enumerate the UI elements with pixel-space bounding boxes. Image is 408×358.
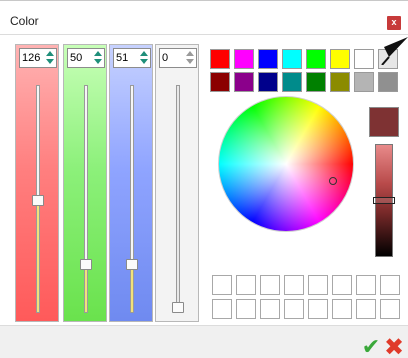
custom-color-slot[interactable] [332, 299, 352, 319]
red-channel [15, 44, 59, 322]
cancel-x-icon[interactable]: ✖ [382, 335, 406, 358]
blue-channel [109, 44, 153, 322]
up-arrow-icon [45, 51, 54, 56]
blue-spinbox[interactable] [113, 48, 151, 68]
custom-color-slot[interactable] [380, 299, 400, 319]
green-increment-button[interactable] [92, 50, 103, 58]
palette-swatch[interactable] [234, 72, 254, 92]
red-decrement-button[interactable] [44, 58, 55, 66]
down-arrow-icon [93, 59, 102, 64]
button-bar [0, 325, 408, 358]
down-arrow-icon [139, 59, 148, 64]
palette-swatch[interactable] [210, 72, 230, 92]
custom-color-slot[interactable] [284, 299, 304, 319]
blue-slider-fill [131, 267, 133, 312]
brightness-slider-handle[interactable] [373, 197, 395, 204]
custom-color-slot[interactable] [236, 299, 256, 319]
custom-color-slot[interactable] [380, 275, 400, 295]
green-spinbox[interactable] [67, 48, 105, 68]
alpha-slider-track[interactable] [176, 85, 180, 313]
green-slider-track[interactable] [84, 85, 88, 313]
blue-slider-thumb[interactable] [126, 259, 138, 270]
custom-color-slot[interactable] [284, 275, 304, 295]
custom-color-slot[interactable] [332, 275, 352, 295]
green-decrement-button[interactable] [92, 58, 103, 66]
custom-color-slot[interactable] [212, 275, 232, 295]
red-slider-fill [37, 200, 39, 312]
red-value-input[interactable] [21, 50, 45, 66]
custom-color-slot[interactable] [308, 299, 328, 319]
green-channel [63, 44, 107, 322]
alpha-increment-button[interactable] [184, 50, 195, 58]
alpha-decrement-button[interactable] [184, 58, 195, 66]
green-value-input[interactable] [69, 50, 93, 66]
palette-swatch[interactable] [234, 49, 254, 69]
palette-swatch[interactable] [258, 72, 278, 92]
custom-color-slot[interactable] [260, 275, 280, 295]
blue-value-input[interactable] [115, 50, 139, 66]
custom-color-slot[interactable] [260, 299, 280, 319]
palette-swatch[interactable] [210, 49, 230, 69]
down-arrow-icon [45, 59, 54, 64]
palette-swatch[interactable] [282, 49, 302, 69]
red-slider-thumb[interactable] [32, 195, 44, 206]
close-button[interactable]: x [387, 16, 401, 30]
palette-swatch[interactable] [378, 72, 398, 92]
red-spinbox[interactable] [19, 48, 57, 68]
custom-color-slot[interactable] [308, 275, 328, 295]
red-increment-button[interactable] [44, 50, 55, 58]
palette-swatch[interactable] [306, 49, 326, 69]
blue-decrement-button[interactable] [138, 58, 149, 66]
custom-color-slot[interactable] [212, 299, 232, 319]
alpha-channel [155, 44, 199, 322]
custom-color-slot[interactable] [356, 275, 376, 295]
mouse-pointer-icon [381, 37, 408, 65]
hue-saturation-wheel[interactable] [218, 96, 354, 232]
palette-swatch[interactable] [330, 72, 350, 92]
palette-swatch[interactable] [258, 49, 278, 69]
palette-swatch[interactable] [330, 49, 350, 69]
color-dialog: Color x 126 50 51 0 ✔ ✖ [0, 0, 408, 358]
palette-swatch[interactable] [354, 72, 374, 92]
window-title: Color [10, 14, 39, 28]
palette-swatch[interactable] [354, 49, 374, 69]
ok-check-icon[interactable]: ✔ [360, 337, 382, 358]
green-slider-fill [85, 268, 87, 312]
custom-color-slot[interactable] [356, 299, 376, 319]
custom-color-slot[interactable] [236, 275, 256, 295]
alpha-slider-thumb[interactable] [172, 302, 184, 313]
up-arrow-icon [93, 51, 102, 56]
palette-swatch[interactable] [306, 72, 326, 92]
current-color-preview [369, 107, 399, 137]
blue-increment-button[interactable] [138, 50, 149, 58]
wheel-selection-marker[interactable] [329, 177, 337, 185]
green-slider-thumb[interactable] [80, 259, 92, 270]
up-arrow-icon [139, 51, 148, 56]
title-bar: Color x [0, 1, 408, 35]
alpha-value-input[interactable] [161, 50, 185, 66]
down-arrow-icon [185, 59, 194, 64]
blue-slider-track[interactable] [130, 85, 134, 313]
palette-swatch[interactable] [282, 72, 302, 92]
alpha-spinbox[interactable] [159, 48, 197, 68]
up-arrow-icon [185, 51, 194, 56]
